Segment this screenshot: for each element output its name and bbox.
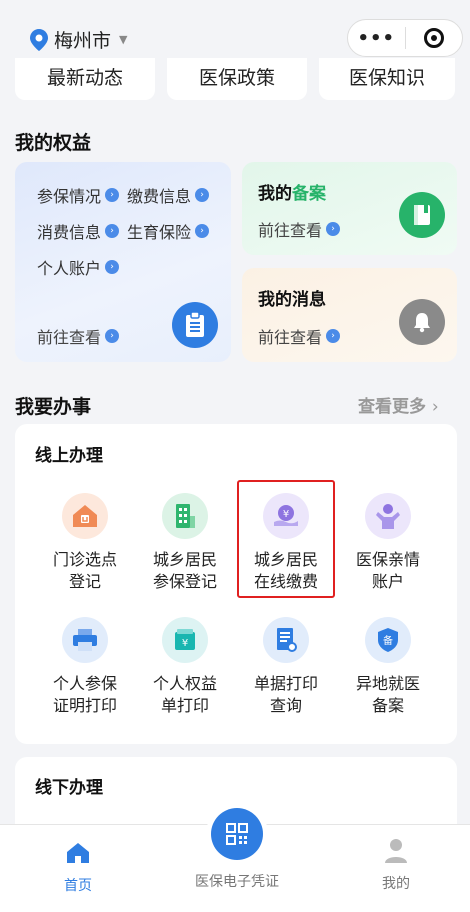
nav-mine-label: 我的: [382, 876, 410, 892]
goto-label: 前往查看: [258, 221, 323, 240]
bell-icon: [399, 299, 445, 345]
chevron-right-icon: ›: [105, 224, 120, 238]
highlight-box: [237, 480, 335, 598]
chevron-right-icon: ›: [105, 260, 120, 274]
service-label-line1: 个人权益: [152, 674, 217, 693]
rights-item-enrollment[interactable]: 参保情况 ›: [37, 183, 120, 207]
shield-char: 备: [383, 634, 393, 647]
close-button[interactable]: [405, 28, 462, 48]
chevron-right-icon: ›: [105, 188, 120, 202]
service-label-line2: 查询: [269, 696, 302, 715]
nav-mine[interactable]: 我的: [366, 837, 426, 893]
person-icon: [365, 493, 411, 539]
service-label-line1: 医保亲情: [355, 550, 420, 569]
house-icon: [62, 493, 108, 539]
service-label-line2: 证明打印: [52, 696, 117, 715]
rights-item-label: 个人账户: [37, 259, 102, 278]
chevron-down-icon: ▼: [119, 33, 128, 46]
service-label-line2: 账户: [371, 572, 404, 591]
service-label-line1: 门诊选点: [52, 550, 117, 569]
rights-item-payment[interactable]: 缴费信息 ›: [127, 183, 210, 207]
goto-label: 前往查看: [258, 328, 323, 347]
rights-goto-link[interactable]: 前往查看 ›: [37, 324, 120, 348]
service-remote-medical-filing[interactable]: 备 异地就医 备案: [338, 617, 438, 717]
rights-item-label: 参保情况: [37, 187, 102, 206]
tab-latest-news[interactable]: 最新动态: [15, 58, 155, 100]
service-label-line2: 备案: [371, 696, 404, 715]
rights-item-maternity[interactable]: 生育保险 ›: [127, 219, 210, 243]
city-selector[interactable]: 梅州市 ▼: [30, 26, 127, 53]
nav-home[interactable]: 首页: [48, 841, 108, 895]
chevron-right-icon: ›: [431, 397, 439, 417]
chevron-right-icon: ›: [105, 329, 120, 343]
service-rights-statement-print[interactable]: ¥ 个人权益单打印: [135, 617, 235, 717]
rights-card[interactable]: 参保情况 › 缴费信息 › 消费信息 › 生育保险 › 个人账户 › 前往查看 …: [15, 162, 231, 362]
user-icon: [385, 839, 407, 863]
service-label-line1: 城乡居民: [152, 550, 217, 569]
offline-services-title: 线下办理: [35, 778, 103, 798]
nav-home-label: 首页: [64, 878, 92, 894]
tab-knowledge[interactable]: 医保知识: [319, 58, 455, 100]
service-personal-certificate-print[interactable]: 个人参保 证明打印: [35, 617, 135, 717]
service-label-line1: 单据打印: [253, 674, 318, 693]
home-icon: [67, 843, 89, 863]
location-pin-icon: [30, 28, 48, 51]
clipboard-icon: [172, 302, 218, 348]
mini-program-capsule: •••: [347, 19, 463, 57]
document-search-icon: [263, 617, 309, 663]
qr-code-icon: [226, 823, 248, 845]
messages-card[interactable]: 我的消息 前往查看 ›: [242, 268, 457, 362]
chevron-right-icon: ›: [195, 188, 210, 202]
nav-voucher[interactable]: 医保电子凭证: [180, 871, 294, 891]
book-icon: [399, 192, 445, 238]
svg-text:¥: ¥: [182, 638, 188, 649]
nav-voucher-label: 医保电子凭证: [195, 874, 279, 890]
close-target-icon: [423, 28, 444, 48]
service-label-line2: 参保登记: [152, 572, 217, 591]
building-icon: [162, 493, 208, 539]
record-card-title: 我的备案: [258, 179, 326, 204]
rights-item-account[interactable]: 个人账户 ›: [37, 255, 120, 279]
rights-item-consumption[interactable]: 消费信息 ›: [37, 219, 120, 243]
service-family-account[interactable]: 医保亲情 账户: [338, 493, 438, 593]
view-more-label: 查看更多: [358, 397, 426, 417]
service-label-line2: 登记: [68, 572, 101, 591]
service-document-print-query[interactable]: 单据打印 查询: [236, 617, 336, 717]
rights-section-title: 我的权益: [15, 132, 92, 154]
city-name: 梅州市: [54, 30, 112, 52]
service-label-line2: 单打印: [160, 696, 209, 715]
messages-goto-link[interactable]: 前往查看 ›: [258, 324, 341, 348]
record-title-prefix: 我的: [258, 184, 292, 204]
service-outpatient-registration[interactable]: 门诊选点 登记: [35, 493, 135, 593]
more-options-button[interactable]: •••: [348, 28, 405, 49]
messages-card-title: 我的消息: [258, 290, 326, 310]
record-title-highlight: 备案: [292, 184, 326, 204]
shield-icon: 备: [365, 617, 411, 663]
info-tabs: 最新动态 医保政策 医保知识: [15, 58, 455, 100]
wallet-icon: ¥: [162, 617, 208, 663]
service-resident-enrollment[interactable]: 城乡居民 参保登记: [135, 493, 235, 593]
record-goto-link[interactable]: 前往查看 ›: [258, 217, 341, 241]
record-card[interactable]: 我的备案 前往查看 ›: [242, 162, 457, 255]
view-more-link[interactable]: 查看更多 ›: [358, 392, 439, 417]
rights-item-label: 消费信息: [37, 223, 102, 242]
chevron-right-icon: ›: [326, 329, 341, 343]
rights-item-label: 生育保险: [127, 223, 192, 242]
chevron-right-icon: ›: [195, 224, 210, 238]
rights-item-label: 缴费信息: [127, 187, 192, 206]
service-label-line1: 异地就医: [355, 674, 420, 693]
qr-code-button[interactable]: [211, 808, 263, 860]
tab-policy[interactable]: 医保政策: [167, 58, 307, 100]
service-label-line1: 个人参保: [52, 674, 117, 693]
printer-icon: [62, 617, 108, 663]
goto-label: 前往查看: [37, 328, 102, 347]
chevron-right-icon: ›: [326, 222, 341, 236]
services-section-title: 我要办事: [15, 396, 92, 418]
online-services-title: 线上办理: [35, 446, 103, 466]
